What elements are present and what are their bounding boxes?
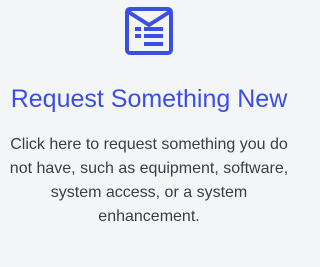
- card-description: Click here to request something you do n…: [9, 136, 289, 225]
- envelope-list-icon: [125, 7, 173, 55]
- request-something-new-card[interactable]: Request Something New Click here to requ…: [0, 0, 298, 267]
- card-title[interactable]: Request Something New: [9, 86, 289, 113]
- request-form-icon: [122, 5, 176, 59]
